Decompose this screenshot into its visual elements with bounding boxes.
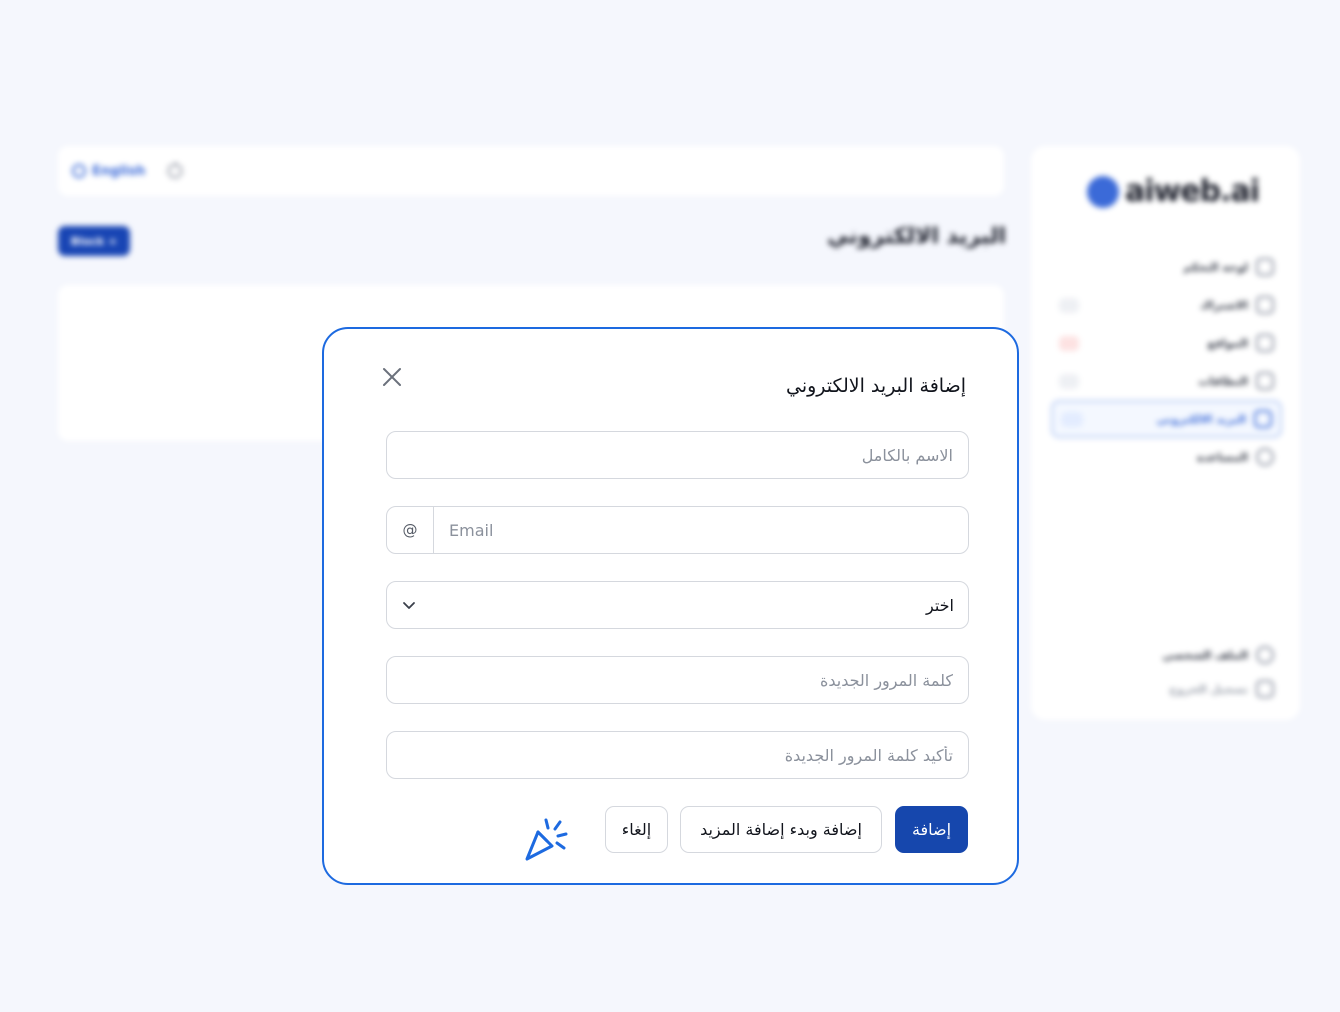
sidebar-item-help[interactable]: المساعدة <box>1051 438 1282 476</box>
logo-text: aiweb.ai <box>1125 174 1260 209</box>
add-button[interactable]: إضافة <box>895 806 968 853</box>
settings-icon[interactable] <box>167 163 184 179</box>
language-switcher[interactable]: English <box>72 164 145 179</box>
sidebar-nav: لوحة التحكم الاشتراك المواقع النطاقات ال… <box>1051 248 1282 476</box>
new-password-field <box>386 656 969 704</box>
sidebar-item-label: البريد الالكتروني <box>1156 412 1246 426</box>
page-title: البريد الالكتروني <box>827 224 1006 249</box>
close-button[interactable] <box>380 365 404 389</box>
top-bar: English <box>58 146 1004 196</box>
website-icon <box>1256 334 1274 352</box>
modal-title: إضافة البريد الالكتروني <box>785 375 966 397</box>
sidebar-item-email[interactable]: البريد الالكتروني <box>1051 400 1282 438</box>
chevron-down-icon <box>403 602 415 609</box>
sidebar-item-label: المساعدة <box>1197 450 1248 464</box>
logout-icon <box>1256 680 1274 698</box>
sidebar-bottom: الملف الشخصي تسجيل الخروج <box>1051 638 1282 706</box>
globe-icon <box>72 164 86 178</box>
full-name-field <box>386 431 969 479</box>
confirm-password-field <box>386 731 969 779</box>
block-button[interactable]: Block + <box>58 226 130 256</box>
sidebar-badge <box>1059 335 1079 351</box>
help-icon <box>1256 448 1274 466</box>
email-field: @ <box>386 506 969 554</box>
sidebar-item-label: النطاقات <box>1198 374 1248 388</box>
select-value: اختر <box>926 595 954 615</box>
sidebar-badge <box>1061 411 1084 427</box>
full-name-input[interactable] <box>387 432 968 478</box>
add-email-modal: إضافة البريد الالكتروني @ اختر إلغاء إضا… <box>322 327 1019 885</box>
logo-mark-icon <box>1087 175 1119 208</box>
user-icon <box>1256 646 1274 664</box>
language-label: English <box>92 163 146 179</box>
close-icon <box>383 368 401 386</box>
sidebar-item-domains[interactable]: النطاقات <box>1051 362 1282 400</box>
sidebar-badge <box>1059 297 1079 313</box>
sidebar-item-label: الاشتراك <box>1200 298 1248 312</box>
email-input[interactable] <box>434 507 968 553</box>
sidebar-item-label: المواقع <box>1207 336 1248 350</box>
sidebar: aiweb.ai لوحة التحكم الاشتراك المواقع ال… <box>1031 146 1300 720</box>
mail-icon <box>1254 410 1272 428</box>
cancel-button[interactable]: إلغاء <box>605 806 668 853</box>
sidebar-item-websites[interactable]: المواقع <box>1051 324 1282 362</box>
sidebar-item-profile[interactable]: الملف الشخصي <box>1051 638 1282 672</box>
sidebar-item-label: الملف الشخصي <box>1162 648 1248 662</box>
sidebar-item-label: لوحة التحكم <box>1183 260 1248 274</box>
add-and-more-button[interactable]: إضافة وبدء إضافة المزيد <box>680 806 882 853</box>
domain-icon <box>1256 372 1274 390</box>
at-sign-prefix: @ <box>387 507 434 553</box>
sidebar-item-dashboard[interactable]: لوحة التحكم <box>1051 248 1282 286</box>
sidebar-item-label: تسجيل الخروج <box>1169 682 1248 696</box>
sidebar-item-subscription[interactable]: الاشتراك <box>1051 286 1282 324</box>
card-icon <box>1256 296 1274 314</box>
click-cursor-icon <box>525 818 568 861</box>
logo: aiweb.ai <box>1087 174 1260 209</box>
new-password-input[interactable] <box>387 657 968 703</box>
sidebar-badge <box>1059 373 1079 389</box>
sidebar-item-logout[interactable]: تسجيل الخروج <box>1051 672 1282 706</box>
confirm-password-input[interactable] <box>387 732 968 778</box>
home-icon <box>1256 258 1274 276</box>
domain-select[interactable]: اختر <box>386 581 969 629</box>
